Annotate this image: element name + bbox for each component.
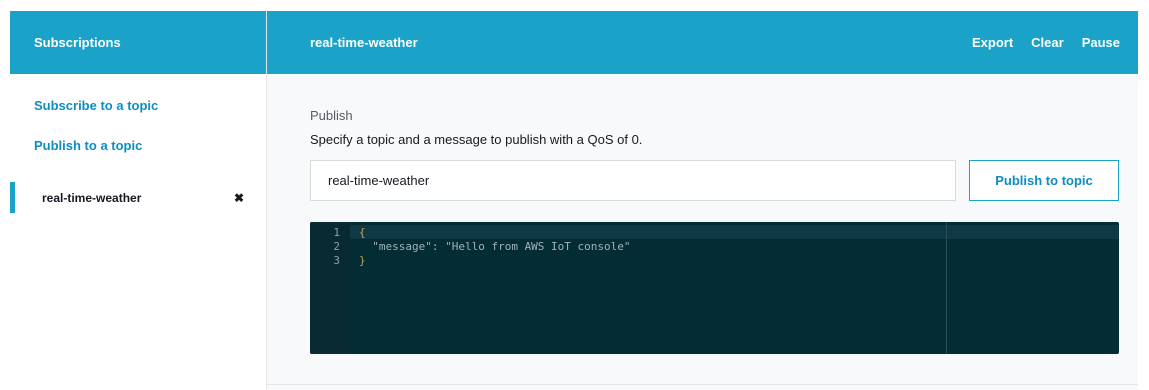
header-actions: Export Clear Pause (972, 35, 1120, 50)
code-line: 1 { (310, 225, 365, 239)
clear-button[interactable]: Clear (1031, 35, 1064, 50)
subscribe-to-topic-link[interactable]: Subscribe to a topic (34, 98, 158, 113)
message-editor[interactable]: 1 { 2 "message": "Hello from AWS IoT con… (310, 222, 1119, 354)
print-margin (946, 222, 947, 354)
code-text: { (359, 225, 366, 239)
active-line-highlight (350, 225, 1119, 239)
export-button[interactable]: Export (972, 35, 1013, 50)
publish-description: Specify a topic and a message to publish… (310, 132, 643, 147)
app-frame: Subscriptions Subscribe to a topic Publi… (10, 11, 1138, 390)
publish-to-topic-link[interactable]: Publish to a topic (34, 138, 142, 153)
code-text: "message": "Hello from AWS IoT console" (359, 239, 631, 253)
publish-to-topic-button[interactable]: Publish to topic (969, 160, 1119, 201)
line-number: 2 (333, 239, 340, 253)
sidebar: Subscriptions Subscribe to a topic Publi… (10, 11, 267, 390)
code-line: 2 "message": "Hello from AWS IoT console… (310, 239, 630, 253)
active-indicator (10, 182, 15, 213)
main-header: real-time-weather Export Clear Pause (267, 11, 1138, 74)
subscription-item[interactable]: real-time-weather ✖ (10, 182, 267, 213)
sidebar-header: Subscriptions (10, 11, 266, 74)
sidebar-title: Subscriptions (34, 35, 121, 50)
code-text: } (359, 253, 366, 267)
line-number: 3 (333, 253, 340, 267)
main-panel: real-time-weather Export Clear Pause Pub… (267, 11, 1138, 390)
topic-input[interactable]: real-time-weather (310, 160, 956, 201)
topic-title: real-time-weather (310, 35, 418, 50)
publish-heading: Publish (310, 108, 353, 123)
subscription-label: real-time-weather (42, 190, 142, 205)
pause-button[interactable]: Pause (1082, 35, 1120, 50)
code-line: 3 } (310, 253, 365, 267)
line-number: 1 (333, 225, 340, 239)
bottom-divider (267, 384, 1138, 390)
close-icon[interactable]: ✖ (234, 191, 244, 205)
